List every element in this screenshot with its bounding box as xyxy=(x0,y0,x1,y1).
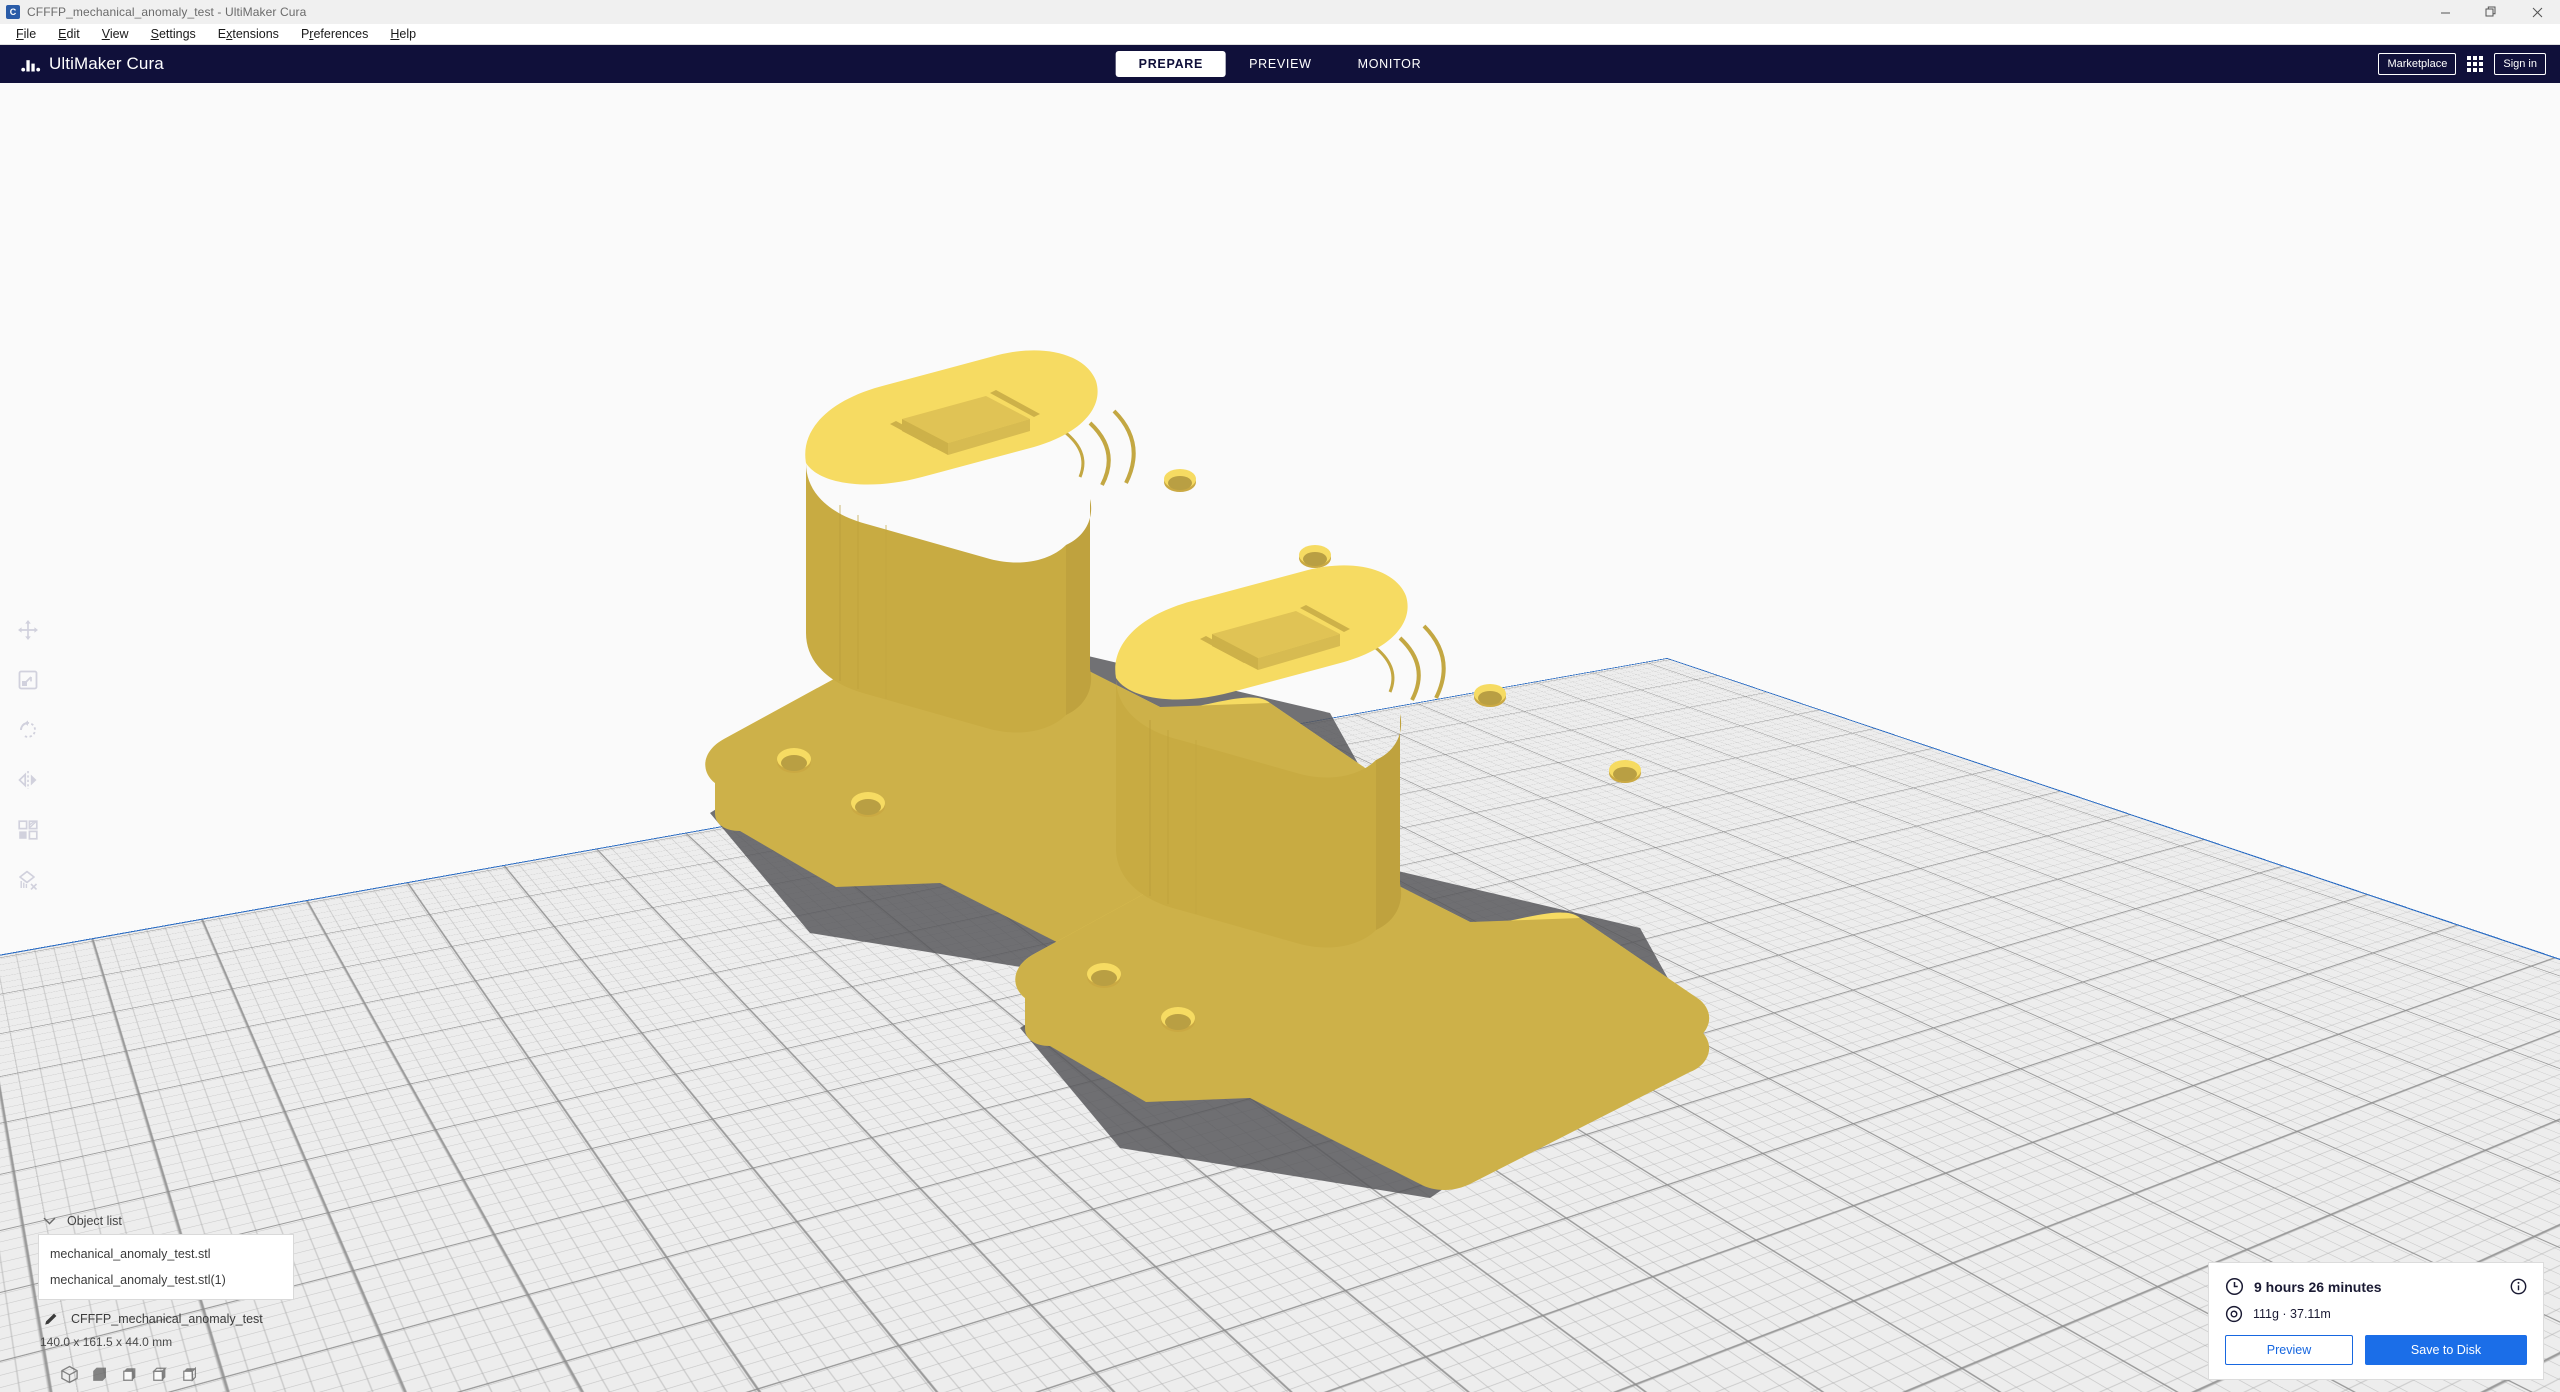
preview-button[interactable]: Preview xyxy=(2225,1335,2353,1365)
model-tools-toolbar xyxy=(4,607,52,903)
per-model-settings-icon xyxy=(18,820,38,840)
menu-settings[interactable]: Settings xyxy=(140,25,207,43)
rotate-tool[interactable] xyxy=(13,715,43,745)
move-icon xyxy=(18,620,38,640)
print-job-summary-card: 9 hours 26 minutes 111g · 37.11m Preview… xyxy=(2208,1262,2544,1380)
maximize-icon[interactable] xyxy=(2468,0,2514,24)
view-right[interactable] xyxy=(180,1365,199,1384)
apps-grid-icon[interactable] xyxy=(2467,56,2484,72)
list-item[interactable]: mechanical_anomaly_test.stl(1) xyxy=(50,1270,282,1288)
mirror-icon xyxy=(18,771,37,789)
move-tool[interactable] xyxy=(13,615,43,645)
marketplace-button[interactable]: Marketplace xyxy=(2378,53,2457,75)
tab-preview[interactable]: PREVIEW xyxy=(1226,51,1335,77)
window-controls xyxy=(2422,0,2560,24)
job-actions: Preview Save to Disk xyxy=(2225,1335,2527,1365)
menu-edit[interactable]: Edit xyxy=(47,25,91,43)
list-item[interactable]: mechanical_anomaly_test.stl xyxy=(50,1244,282,1270)
save-to-disk-button[interactable]: Save to Disk xyxy=(2365,1335,2527,1365)
job-name: CFFFP_mechanical_anomaly_test xyxy=(71,1312,263,1326)
object-list-panel: Object list mechanical_anomaly_test.stl … xyxy=(38,1214,294,1349)
header-right-actions: Marketplace Sign in xyxy=(2378,53,2546,75)
tab-monitor[interactable]: MONITOR xyxy=(1335,51,1445,77)
menu-view[interactable]: View xyxy=(91,25,140,43)
brand: UltiMaker Cura xyxy=(21,54,164,74)
menubar: File Edit View Settings Extensions Prefe… xyxy=(0,24,2560,45)
minimize-icon[interactable] xyxy=(2422,0,2468,24)
support-blocker-icon xyxy=(19,870,38,890)
camera-view-buttons xyxy=(60,1365,199,1384)
cube-iso-icon xyxy=(61,1365,78,1384)
scale-tool[interactable] xyxy=(13,665,43,695)
clock-icon xyxy=(2225,1277,2244,1296)
scale-icon xyxy=(18,670,38,690)
print-time: 9 hours 26 minutes xyxy=(2254,1278,2382,1295)
material-usage: 111g · 37.11m xyxy=(2253,1307,2331,1321)
cura-app-icon: C xyxy=(6,4,20,19)
cura-header: UltiMaker Cura PREPARE PREVIEW MONITOR M… xyxy=(0,45,2560,83)
cube-top-icon xyxy=(123,1368,136,1381)
view-3d[interactable] xyxy=(60,1365,79,1384)
material-usage-row: 111g · 37.11m xyxy=(2225,1305,2527,1323)
chevron-down-icon xyxy=(43,1217,56,1225)
window-title: CFFFP_mechanical_anomaly_test - UltiMake… xyxy=(27,4,307,19)
menu-extensions[interactable]: Extensions xyxy=(207,25,290,43)
cube-front-icon xyxy=(93,1367,107,1381)
tab-prepare[interactable]: PREPARE xyxy=(1115,51,1227,77)
view-front[interactable] xyxy=(90,1365,109,1384)
stage-tabs: PREPARE PREVIEW MONITOR xyxy=(1115,51,1445,77)
info-icon[interactable] xyxy=(2510,1278,2527,1300)
menu-preferences[interactable]: Preferences xyxy=(290,25,379,43)
job-name-row[interactable]: CFFFP_mechanical_anomaly_test xyxy=(38,1311,294,1327)
rotate-icon xyxy=(20,720,36,738)
menu-help[interactable]: Help xyxy=(379,25,427,43)
support-blocker-tool[interactable] xyxy=(13,865,43,895)
object-list-title: Object list xyxy=(67,1214,122,1228)
model-mechanical-anomaly-test-1[interactable] xyxy=(1000,548,1880,1268)
object-list-header[interactable]: Object list xyxy=(38,1214,294,1228)
per-model-settings-tool[interactable] xyxy=(13,815,43,845)
mirror-tool[interactable] xyxy=(13,765,43,795)
brand-name: UltiMaker Cura xyxy=(49,54,164,73)
pencil-icon xyxy=(45,1313,57,1325)
cube-left-icon xyxy=(152,1367,167,1381)
spool-icon xyxy=(2225,1305,2243,1323)
object-list-box: mechanical_anomaly_test.stl mechanical_a… xyxy=(38,1234,294,1300)
3d-viewport[interactable]: Object list mechanical_anomaly_test.stl … xyxy=(0,83,2560,1392)
model-dimensions: 140.0 x 161.5 x 44.0 mm xyxy=(40,1335,173,1349)
signin-button[interactable]: Sign in xyxy=(2494,53,2546,75)
menu-file[interactable]: File xyxy=(5,25,47,43)
ultimaker-logo-icon xyxy=(21,59,41,71)
close-icon[interactable] xyxy=(2514,0,2560,24)
view-top[interactable] xyxy=(120,1365,139,1384)
window-titlebar: C CFFFP_mechanical_anomaly_test - UltiMa… xyxy=(0,0,2560,24)
cube-right-icon xyxy=(183,1366,197,1382)
view-left[interactable] xyxy=(150,1365,169,1384)
print-time-row: 9 hours 26 minutes xyxy=(2225,1277,2527,1296)
